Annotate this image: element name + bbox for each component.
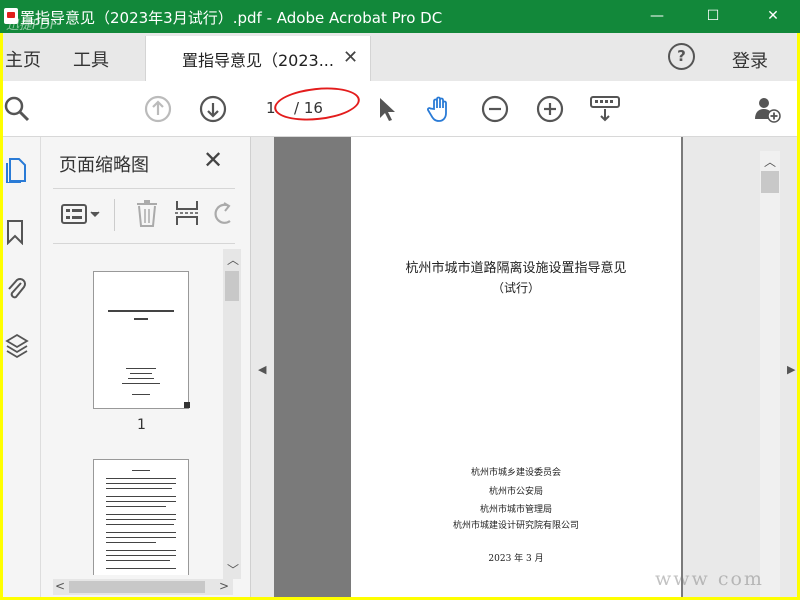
document-subtitle: （试行） [491, 281, 540, 295]
tab-tools[interactable]: 工具 [73, 46, 109, 72]
panel-close-button[interactable]: ✕ [203, 146, 223, 174]
minimize-icon: — [650, 8, 664, 24]
close-window-button[interactable]: ✕ [750, 0, 796, 33]
collapse-left-panel-icon[interactable]: ◀ [258, 363, 266, 376]
page-thumbnails-icon[interactable] [5, 157, 27, 183]
search-icon[interactable] [3, 95, 31, 123]
page-thumbnail-1[interactable] [93, 271, 190, 409]
options-menu-icon[interactable] [61, 203, 101, 225]
panel-title: 页面缩略图 [59, 155, 149, 176]
select-pointer-icon[interactable] [373, 95, 401, 123]
expand-right-panel-icon[interactable]: ▶ [787, 363, 795, 376]
add-user-icon[interactable] [753, 95, 781, 123]
thumbnail-toolbar [53, 195, 235, 233]
rotate-page-icon[interactable] [213, 201, 235, 227]
scroll-left-icon[interactable]: < [55, 579, 65, 593]
tab-close-button[interactable]: ✕ [343, 47, 358, 68]
maximize-button[interactable]: ☐ [690, 0, 736, 33]
tab-document[interactable]: 置指导意见（2023... ✕ [145, 36, 371, 81]
document-date: 2023 年 3 月 [488, 554, 544, 564]
footer-watermark: www com [655, 568, 764, 590]
scroll-down-icon[interactable]: ﹀ [227, 561, 239, 578]
help-button[interactable]: ? [668, 43, 695, 70]
document-vertical-scrollbar[interactable]: ︿ [760, 151, 780, 597]
issuer-line: 杭州市城乡建设委员会 [470, 468, 561, 478]
delete-page-icon[interactable] [135, 199, 159, 227]
minimize-button[interactable]: — [634, 0, 680, 33]
main-toolbar [3, 81, 797, 137]
panel-horizontal-scrollbar[interactable]: < > [53, 579, 233, 595]
scroll-up-icon[interactable]: ︿ [227, 251, 239, 268]
divider [53, 188, 235, 189]
tab-document-label: 置指导意见（2023... [182, 51, 334, 70]
tab-home[interactable]: 主页 [5, 46, 41, 72]
document-view[interactable]: ◀ 杭州市城市道路隔离设施设置指导意见 （试行） 杭州市城乡建设委员会 杭州市公… [251, 137, 797, 597]
maximize-icon: ☐ [706, 8, 720, 24]
hand-tool-icon[interactable] [426, 95, 454, 123]
layers-icon[interactable] [5, 333, 29, 361]
attachment-icon[interactable] [5, 275, 27, 301]
scroll-up-icon[interactable]: ︿ [764, 153, 776, 170]
previous-page-icon[interactable] [144, 95, 172, 123]
zoom-out-icon[interactable] [481, 95, 509, 123]
insert-page-icon[interactable] [175, 199, 199, 227]
thumbnail-page-number: 1 [137, 417, 146, 433]
login-button[interactable]: 登录 [732, 47, 768, 73]
thumbnail-panel: 页面缩略图 ✕ 1 ︿ ﹀ < > [41, 137, 251, 597]
scroll-right-icon[interactable]: > [219, 579, 229, 593]
scroll-mode-icon[interactable] [589, 95, 621, 123]
zoom-in-icon[interactable] [536, 95, 564, 123]
bookmark-icon[interactable] [6, 219, 24, 245]
window-title: 置指导意见（2023年3月试行）.pdf - Adobe Acrobat Pro… [20, 9, 443, 27]
panel-vertical-scrollbar[interactable]: ︿ ﹀ [223, 249, 241, 579]
document-title: 杭州市城市道路隔离设施设置指导意见 [405, 261, 627, 276]
issuer-line: 杭州市城建设计研究院有限公司 [452, 521, 579, 531]
divider [114, 199, 115, 231]
watermark-text: 迅捷PDF [6, 18, 58, 33]
next-page-icon[interactable] [199, 95, 227, 123]
issuer-line: 杭州市城市管理局 [479, 505, 552, 515]
divider [53, 243, 235, 244]
issuer-line: 杭州市公安局 [488, 487, 543, 497]
title-bar: 置指导意见（2023年3月试行）.pdf - Adobe Acrobat Pro… [0, 0, 800, 33]
close-icon: ✕ [767, 8, 779, 24]
pdf-page: 杭州市城市道路隔离设施设置指导意见 （试行） 杭州市城乡建设委员会 杭州市公安局… [351, 137, 681, 597]
page-thumbnail-2[interactable] [93, 459, 189, 575]
navigation-rail [3, 137, 41, 597]
